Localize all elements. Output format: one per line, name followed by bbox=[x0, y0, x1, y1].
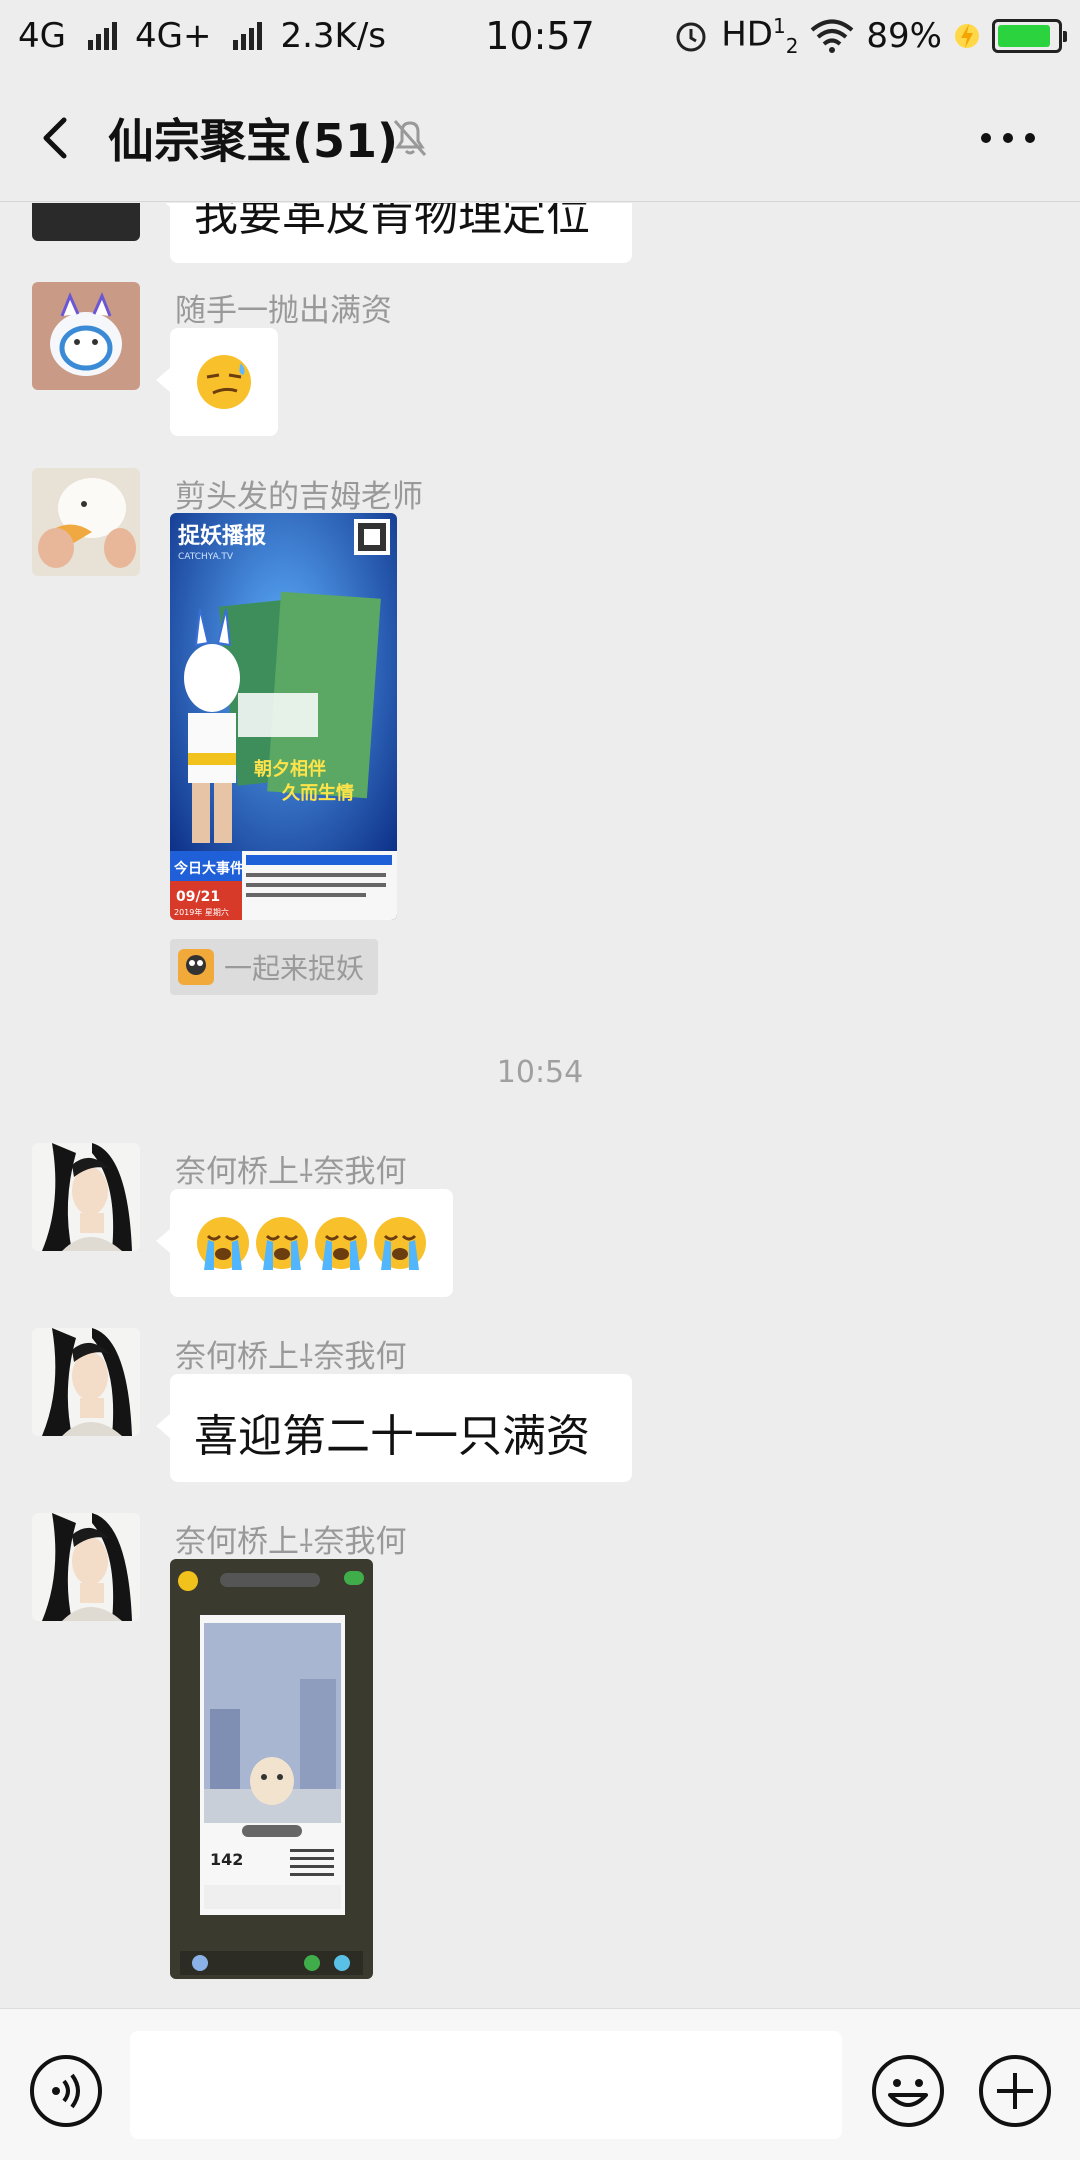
avatar[interactable] bbox=[32, 468, 140, 576]
input-bar bbox=[0, 2008, 1080, 2160]
message-bubble-text[interactable]: 喜迎第二十一只满资 bbox=[156, 1374, 632, 1482]
mini-program-tag[interactable]: 一起来捉妖 bbox=[170, 939, 379, 995]
avatar-image bbox=[32, 468, 140, 576]
sender-name: 奈何桥上⸸奈我何 bbox=[175, 1524, 407, 1560]
sender-name: 随手一抛出满资 bbox=[175, 293, 392, 329]
avatar-image bbox=[32, 1328, 140, 1436]
mini-program-name: 一起来捉妖 bbox=[224, 952, 365, 985]
alarm-icon bbox=[676, 22, 706, 52]
game-screenshot-image: 142 bbox=[170, 1559, 373, 1979]
image-message[interactable]: 捉妖播报 CATCHYA.TV 朝夕相伴 久而生情 今日大事件 09/21 20… bbox=[170, 513, 397, 920]
status-bar: 4G 4G+ 2.3K/s 10:57 HD12 89% bbox=[0, 0, 1080, 75]
avatar-image bbox=[32, 282, 140, 390]
avatar-image bbox=[32, 1143, 140, 1251]
hd-label: HD12 bbox=[721, 14, 799, 59]
sender-name: 奈何桥上⸸奈我何 bbox=[175, 1154, 407, 1190]
poster-date: 09/21 bbox=[176, 889, 220, 905]
message-bubble-text[interactable]: 我要革皮肯物理定位 bbox=[156, 203, 632, 263]
chevron-left-icon[interactable] bbox=[30, 108, 90, 168]
avatar-image bbox=[32, 1513, 140, 1621]
battery-percent: 89% bbox=[866, 16, 942, 57]
wifi-icon bbox=[811, 19, 854, 54]
poster-slogan-2: 久而生情 bbox=[282, 782, 354, 804]
message-bubble-emoji[interactable] bbox=[156, 1189, 453, 1297]
sender-name: 奈何桥上⸸奈我何 bbox=[175, 1339, 407, 1375]
avatar[interactable] bbox=[32, 203, 140, 241]
message-list[interactable]: 我要革皮肯物理定位 随手一抛出满资 剪头发的吉姆老师 捉妖播报 CATCHYA.… bbox=[0, 203, 1080, 2008]
avatar[interactable] bbox=[32, 1513, 140, 1621]
poster-logo: 捉妖播报 bbox=[178, 523, 266, 549]
screenshot-value: 142 bbox=[210, 1850, 243, 1869]
emoji-icon[interactable] bbox=[870, 2053, 946, 2129]
voice-icon[interactable] bbox=[28, 2053, 104, 2129]
message-input[interactable] bbox=[130, 2031, 842, 2139]
smirk-sweat-emoji-icon bbox=[197, 355, 251, 409]
sender-name: 剪头发的吉姆老师 bbox=[175, 479, 423, 515]
game-poster-image: 捉妖播报 CATCHYA.TV 朝夕相伴 久而生情 今日大事件 09/21 20… bbox=[170, 513, 397, 920]
message-bubble-emoji[interactable] bbox=[156, 328, 278, 436]
plus-icon[interactable] bbox=[977, 2053, 1053, 2129]
crying-emoji-icon bbox=[197, 1215, 428, 1272]
more-icon[interactable] bbox=[976, 113, 1040, 163]
poster-event: 今日大事件 bbox=[173, 860, 244, 877]
chat-header: 仙宗聚宝(51) bbox=[0, 75, 1080, 202]
bell-off-icon bbox=[393, 120, 427, 156]
battery-icon bbox=[992, 19, 1067, 54]
image-message[interactable]: 142 bbox=[170, 1559, 373, 1979]
poster-year: 2019年 星期六 bbox=[174, 907, 229, 917]
avatar[interactable] bbox=[32, 1143, 140, 1251]
timestamp: 10:54 bbox=[496, 1055, 584, 1090]
charging-icon bbox=[955, 24, 979, 49]
poster-sub: CATCHYA.TV bbox=[178, 552, 234, 562]
app-logo-icon bbox=[178, 949, 214, 985]
avatar[interactable] bbox=[32, 282, 140, 390]
chat-title[interactable]: 仙宗聚宝(51) bbox=[108, 105, 398, 171]
poster-slogan-1: 朝夕相伴 bbox=[254, 758, 326, 780]
avatar[interactable] bbox=[32, 1328, 140, 1436]
